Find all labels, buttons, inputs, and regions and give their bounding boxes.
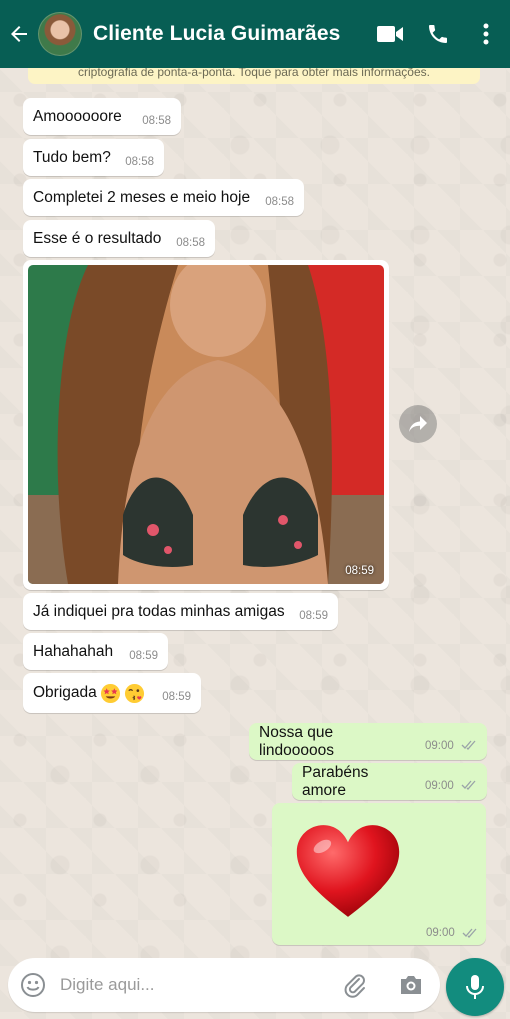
photo-thumbnail[interactable]: 08:59 bbox=[28, 265, 384, 584]
message-time-text: 09:00 bbox=[425, 739, 454, 752]
message-time: 09:00 bbox=[411, 740, 477, 752]
message-text: Parabéns amore bbox=[302, 763, 369, 799]
message-time: 08:59 bbox=[129, 649, 158, 662]
message-text: Nossa que lindooooos bbox=[259, 723, 334, 759]
read-receipt-icon bbox=[461, 741, 476, 751]
message-time: 08:59 bbox=[162, 691, 191, 703]
message-bubble[interactable]: Esse é o resultado 08:58 bbox=[23, 220, 215, 257]
message-text: Tudo bem? bbox=[33, 148, 111, 166]
kissing-heart-emoji bbox=[124, 683, 144, 703]
video-call-icon[interactable] bbox=[366, 0, 414, 68]
message-time: 09:00 bbox=[426, 927, 478, 939]
message-bubble[interactable]: Parabéns amore 09:00 bbox=[292, 763, 487, 800]
mic-button[interactable] bbox=[446, 958, 504, 1016]
message-time: 08:58 bbox=[176, 236, 205, 249]
forward-icon[interactable] bbox=[399, 405, 437, 443]
message-text: Hahahahah bbox=[33, 642, 114, 660]
message-bubble[interactable]: Nossa que lindooooos 09:00 bbox=[249, 723, 487, 760]
message-bubble[interactable]: Já indiquei pra todas minhas amigas 08:5… bbox=[23, 593, 338, 630]
message-time: 08:58 bbox=[142, 114, 171, 127]
emoji-icon[interactable] bbox=[18, 970, 48, 1000]
message-bubble[interactable]: Obrigada 08:59 bbox=[23, 673, 201, 713]
message-time: 08:58 bbox=[125, 155, 154, 168]
message-bubble[interactable]: Amoooooore 08:58 bbox=[23, 98, 181, 135]
chat-header: Cliente Lucia Guimarães bbox=[0, 0, 510, 68]
star-struck-emoji bbox=[100, 683, 120, 703]
attach-icon[interactable] bbox=[340, 970, 370, 1000]
message-time: 08:59 bbox=[345, 565, 374, 577]
message-composer bbox=[8, 958, 440, 1012]
message-time: 08:58 bbox=[265, 195, 294, 208]
message-bubble[interactable]: Hahahahah 08:59 bbox=[23, 633, 168, 670]
message-bubble[interactable]: Tudo bem? 08:58 bbox=[23, 139, 164, 176]
message-text: Amoooooore bbox=[33, 107, 122, 125]
message-text: Obrigada bbox=[33, 684, 97, 701]
red-heart-emoji bbox=[296, 825, 400, 917]
message-text: Já indiquei pra todas minhas amigas bbox=[33, 602, 285, 620]
read-receipt-icon bbox=[461, 781, 476, 791]
read-receipt-icon bbox=[462, 928, 477, 938]
back-arrow-icon[interactable] bbox=[0, 0, 38, 68]
message-time: 09:00 bbox=[411, 780, 477, 792]
message-time-text: 09:00 bbox=[425, 779, 454, 792]
message-text: Esse é o resultado bbox=[33, 229, 162, 247]
message-time-text: 09:00 bbox=[426, 927, 455, 939]
sticker-message[interactable]: 09:00 bbox=[272, 803, 486, 945]
contact-name[interactable]: Cliente Lucia Guimarães bbox=[93, 22, 366, 46]
image-message[interactable]: 08:59 bbox=[23, 260, 389, 590]
mic-icon bbox=[466, 975, 484, 999]
phone-icon[interactable] bbox=[414, 0, 462, 68]
avatar[interactable] bbox=[38, 12, 82, 56]
message-bubble[interactable]: Completei 2 meses e meio hoje 08:58 bbox=[23, 179, 304, 216]
message-time: 08:59 bbox=[299, 609, 328, 622]
camera-icon[interactable] bbox=[396, 970, 426, 1000]
message-text: Completei 2 meses e meio hoje bbox=[33, 188, 251, 206]
more-vert-icon[interactable] bbox=[462, 0, 510, 68]
message-input[interactable] bbox=[60, 970, 330, 1000]
